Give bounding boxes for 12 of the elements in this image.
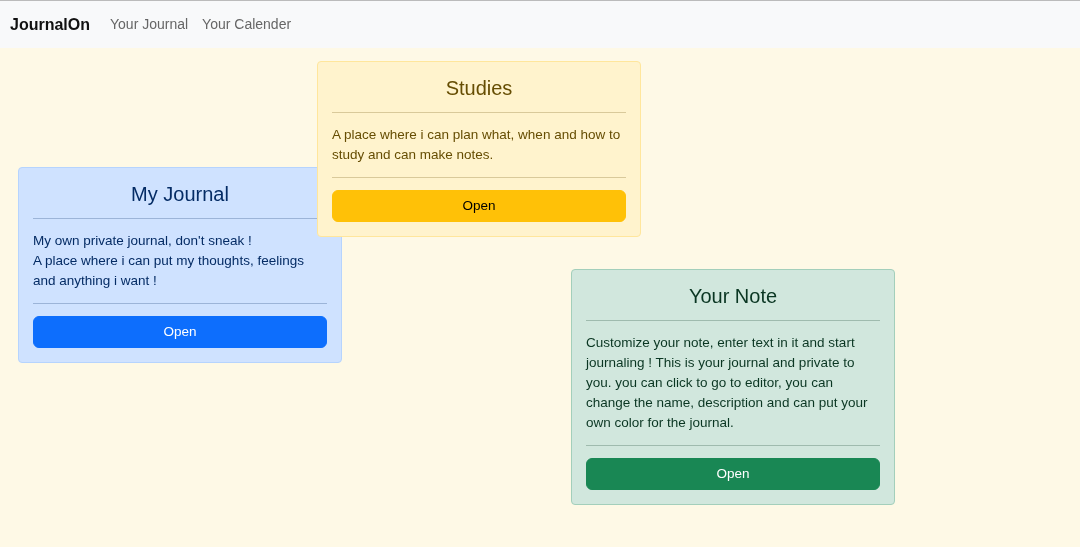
brand-logo[interactable]: JournalOn [10,12,90,37]
open-button[interactable]: Open [33,316,327,349]
card-title: My Journal [130,182,230,206]
nav-link[interactable]: Your Calender [202,14,292,35]
open-button[interactable]: Open [586,458,880,491]
card-title: Your Note [687,284,779,308]
open-button[interactable]: Open [332,190,626,223]
card-title: Studies [444,76,514,100]
card-text: My own private journal, don't sneak ! A place where i can put my thoughts, feelings and anything i want ! [33,232,305,290]
card-text: Customize your note, enter text in it and start journaling ! This is your journal and private to you. you can click to go to editor, you can change the name, description and can put your own color for the journal. [586,334,869,432]
nav-link[interactable]: Your Journal [110,14,189,35]
card-text: A place where i can plan what, when and how to study and can make notes. [332,126,622,164]
